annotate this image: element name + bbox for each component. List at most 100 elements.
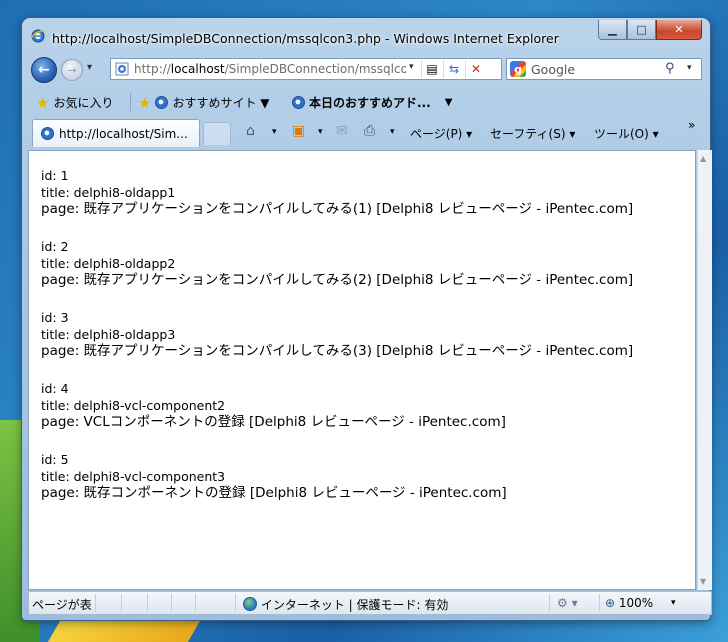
window-title: http://localhost/SimpleDBConnection/mssq… [52,31,559,46]
address-input[interactable]: http://localhost/SimpleDBConnection/mssq… [134,62,406,76]
address-path: /SimpleDBConnection/mssqlco [224,62,406,76]
favorite-item-recommended[interactable]: 本日のおすすめアド... ▼ [292,94,452,111]
feeds-dropdown[interactable]: ▾ [318,127,323,137]
address-host: localhost [170,62,225,76]
page-icon [115,62,129,76]
page-menu[interactable]: ページ(P) ▾ [410,125,472,142]
globe-icon [243,597,257,611]
record-id: id: 2 [41,239,69,254]
favorites-bar: ★ お気に入り ★ おすすめサイト ▼ 本日のおすすめアド... ▼ [22,88,710,116]
print-dropdown[interactable]: ▾ [390,127,395,137]
search-dropdown[interactable]: ▾ [687,63,692,73]
home-dropdown[interactable]: ▾ [272,127,277,137]
ie-logo-icon [30,28,46,44]
maximize-icon: □ [636,23,647,36]
feeds-icon[interactable]: ▣ [292,123,305,139]
minimize-icon: ▁ [608,23,617,36]
list-item: id: 1 title: delphi8-oldapp1 page: 既存アプリ… [41,167,633,218]
status-divider [147,594,148,612]
new-tab-button[interactable] [203,122,231,145]
scroll-up-icon[interactable]: ▲ [700,154,706,163]
security-settings-icon[interactable]: ⚙ ▾ [557,596,578,610]
search-icon[interactable]: ⚲ [665,61,675,76]
record-page: page: 既存コンポーネントの登録 [Delphi8 レビューページ - iP… [41,485,507,501]
close-icon: ✕ [674,23,684,36]
security-zone[interactable]: インターネット | 保護モード: 有効 [243,596,448,613]
forward-button[interactable]: → [61,59,83,81]
status-divider [549,594,550,612]
ie-page-icon [155,96,169,109]
tab-current[interactable]: http://localhost/Sim... [32,119,200,147]
address-bar[interactable]: http://localhost/SimpleDBConnection/mssq… [110,58,502,80]
title-bar[interactable]: http://localhost/SimpleDBConnection/mssq… [22,18,710,54]
close-button[interactable]: ✕ [656,20,702,40]
record-page: page: VCLコンポーネントの登録 [Delphi8 レビューページ - i… [41,414,506,430]
more-commands-chevron-icon[interactable]: » [688,118,695,132]
compatibility-icon: ▤ [426,62,438,76]
print-icon[interactable]: ⎙ [364,123,375,139]
record-page: page: 既存アプリケーションをコンパイルしてみる(2) [Delphi8 レ… [41,272,634,288]
zoom-icon: ⊕ [605,596,616,610]
home-icon[interactable]: ⌂ [246,123,255,139]
maximize-button[interactable]: □ [627,20,656,40]
navigation-bar: ← → ▾ http://localhost/SimpleDBConnectio… [22,54,710,86]
status-text: ページが表 [32,598,92,612]
record-page: page: 既存アプリケーションをコンパイルしてみる(1) [Delphi8 レ… [41,201,634,217]
zoom-dropdown[interactable]: ▾ [671,598,676,608]
favorites-button[interactable]: ★ お気に入り [36,94,113,111]
mail-icon[interactable]: ✉ [336,123,348,139]
record-title: title: delphi8-oldapp1 [41,185,176,200]
record-id: id: 3 [41,310,69,325]
status-divider [121,594,122,612]
page-content: id: 1 title: delphi8-oldapp1 page: 既存アプリ… [28,150,696,590]
minimize-button[interactable]: ▁ [598,20,627,40]
list-item: id: 5 title: delphi8-vcl-component3 page… [41,451,633,502]
favorites-label: お気に入り [53,96,114,110]
status-bar: ページが表 インターネット | 保護モード: 有効 ⚙ ▾ ⊕ 100% ▾ [28,591,712,615]
tools-menu[interactable]: ツール(O) ▾ [594,125,659,142]
zoom-control[interactable]: ⊕ 100% [605,596,653,610]
add-to-favorites-bar-button[interactable]: ★ おすすめサイト ▼ [138,94,270,111]
record-page: page: 既存アプリケーションをコンパイルしてみる(3) [Delphi8 レ… [41,343,634,359]
record-id: id: 4 [41,381,69,396]
address-scheme: http:// [134,62,171,76]
stop-button[interactable]: ✕ [465,60,486,78]
search-box[interactable]: g Google ⚲ ▾ [506,58,702,80]
add-favorite-star-icon: ★ [138,93,152,112]
search-input[interactable]: Google [531,62,575,77]
list-item: id: 4 title: delphi8-vcl-component2 page… [41,380,633,431]
zoom-level: 100% [618,596,654,610]
record-title: title: delphi8-oldapp3 [41,327,176,342]
back-button[interactable]: ← [31,57,57,83]
record-title: title: delphi8-oldapp2 [41,256,176,271]
record-id: id: 1 [41,168,69,183]
vertical-scrollbar[interactable]: ▲ ▼ [697,150,712,590]
safety-menu[interactable]: セーフティ(S) ▾ [490,125,575,142]
record-list: id: 1 title: delphi8-oldapp1 page: 既存アプリ… [41,167,633,522]
browser-window: http://localhost/SimpleDBConnection/mssq… [22,18,712,620]
scroll-down-icon[interactable]: ▼ [700,577,706,586]
list-item: id: 3 title: delphi8-oldapp3 page: 既存アプリ… [41,309,633,360]
record-title: title: delphi8-vcl-component3 [41,469,226,484]
refresh-button[interactable]: ⇆ [443,60,464,78]
status-divider [95,594,96,612]
chevron-down-icon[interactable]: ▼ [445,97,453,108]
recent-pages-dropdown[interactable]: ▾ [87,62,92,73]
record-id: id: 5 [41,452,69,467]
compatibility-view-button[interactable]: ▤ [421,60,442,78]
record-title: title: delphi8-vcl-component2 [41,398,226,413]
separator [130,93,131,111]
status-divider [171,594,172,612]
list-item: id: 2 title: delphi8-oldapp2 page: 既存アプリ… [41,238,633,289]
stop-icon: ✕ [470,62,482,76]
command-bar: http://localhost/Sim... ⌂ ▾ ▣ ▾ ✉ ⎙ ▾ ペー… [22,116,710,148]
ie-page-icon [292,96,305,109]
status-divider [195,594,196,612]
security-zone-label: インターネット | 保護モード: 有効 [260,598,449,612]
address-dropdown[interactable]: ▾ [409,62,414,72]
caption-buttons: ▁ □ ✕ [598,20,702,40]
favorite-item-label: おすすめサイト ▼ [172,96,270,110]
star-icon: ★ [36,93,50,112]
ie-page-icon [41,127,54,140]
forward-arrow-icon: → [67,63,77,77]
